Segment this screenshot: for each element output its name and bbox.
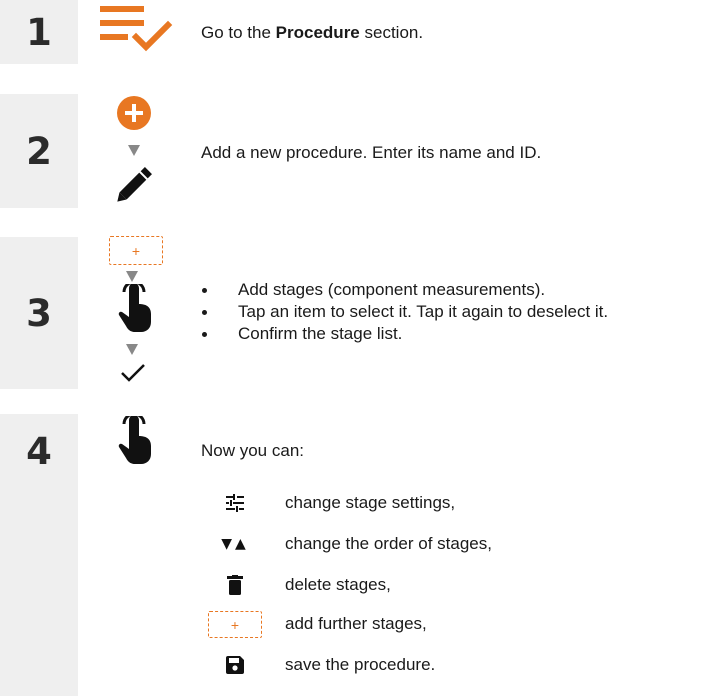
pencil-icon	[117, 167, 152, 202]
step-number: 3	[26, 291, 52, 335]
step-number: 4	[26, 430, 52, 473]
list-check-icon	[100, 6, 173, 52]
reorder-arrows-icon: ▼▲	[221, 536, 249, 552]
step-number: 2	[26, 129, 52, 173]
step-4-intro: Now you can:	[201, 441, 304, 460]
touch-hand-icon	[118, 284, 151, 332]
add-stage-box-icon: +	[208, 611, 262, 638]
list-item: + add further stages,	[200, 609, 620, 639]
step-number-box: 4	[0, 414, 78, 696]
add-stage-box-icon: +	[109, 236, 163, 265]
step-number-box: 1	[0, 0, 78, 64]
checkmark-icon	[121, 364, 145, 382]
trash-icon	[227, 575, 243, 595]
list-item: Add stages (component measurements).	[201, 279, 608, 301]
step-number-box: 2	[0, 94, 78, 208]
arrow-down-icon	[126, 344, 138, 355]
step-number: 1	[26, 10, 52, 54]
list-item: Tap an item to select it. Tap it again t…	[201, 301, 608, 323]
step-3-bullets: Add stages (component measurements). Tap…	[201, 279, 608, 345]
list-item: delete stages,	[200, 570, 620, 600]
sliders-icon	[226, 494, 244, 512]
step-2-text: Add a new procedure. Enter its name and …	[201, 143, 542, 162]
step-1-text: Go to the Procedure section.	[201, 23, 424, 42]
arrow-down-icon	[128, 145, 140, 156]
step-number-box: 3	[0, 237, 78, 389]
add-circle-icon	[117, 96, 151, 130]
procedure-label: Procedure	[275, 23, 360, 42]
save-icon	[226, 656, 244, 674]
list-item: ▼▲ change the order of stages,	[221, 534, 492, 553]
arrow-down-icon	[126, 271, 138, 282]
list-item: change stage settings,	[200, 488, 620, 518]
touch-hand-icon	[118, 416, 151, 464]
list-item: Confirm the stage list.	[201, 323, 608, 345]
list-item: save the procedure.	[200, 650, 620, 680]
